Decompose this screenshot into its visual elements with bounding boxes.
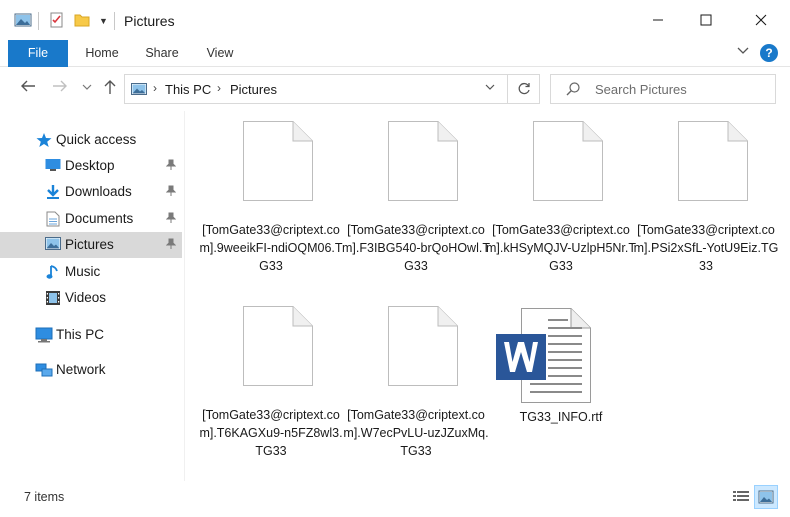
new-folder-icon[interactable] xyxy=(74,12,90,31)
pin-icon[interactable] xyxy=(165,238,177,253)
maximize-button[interactable] xyxy=(680,0,732,40)
pictures-location-icon xyxy=(131,83,147,99)
sidebar-item-pictures[interactable]: Pictures xyxy=(0,232,182,258)
breadcrumb-this-pc[interactable]: This PC xyxy=(165,82,211,97)
customize-toolbar-dropdown-icon[interactable]: ▼ xyxy=(99,16,108,26)
pictures-icon xyxy=(45,237,61,254)
navigation-pane: Quick access Desktop Downloads Documents xyxy=(0,111,185,481)
tab-view[interactable]: View xyxy=(196,40,244,67)
blank-file-icon xyxy=(243,121,313,201)
large-icons-view-icon[interactable] xyxy=(754,485,778,509)
sidebar-item-network[interactable]: Network xyxy=(0,357,182,383)
desktop-icon xyxy=(45,158,61,175)
refresh-button[interactable] xyxy=(508,74,540,104)
pin-icon[interactable] xyxy=(165,212,177,227)
window-title: Pictures xyxy=(124,13,175,29)
navigation-bar: › This PC › Pictures Search Pictures xyxy=(0,67,790,111)
blank-file-icon xyxy=(678,121,748,201)
sidebar-item-label: Desktop xyxy=(65,158,115,173)
window-pictures-icon xyxy=(14,12,32,31)
file-name: [TomGate33@criptext.com].T6KAGXu9-n5FZ8w… xyxy=(199,408,343,458)
file-item[interactable]: [TomGate33@criptext.com].T6KAGXu9-n5FZ8w… xyxy=(199,296,343,476)
tab-file[interactable]: File xyxy=(8,40,68,67)
file-item[interactable]: [TomGate33@criptext.com].9weeikFI-ndiOQM… xyxy=(199,111,343,301)
videos-icon xyxy=(45,290,61,309)
sidebar-item-label: Pictures xyxy=(65,237,114,252)
search-placeholder: Search Pictures xyxy=(595,82,687,97)
star-icon xyxy=(36,132,52,151)
file-name: TG33_INFO.rtf xyxy=(519,410,603,424)
pin-icon[interactable] xyxy=(165,159,177,174)
blank-file-icon xyxy=(388,306,458,386)
file-name: [TomGate33@criptext.com].9weeikFI-ndiOQM… xyxy=(199,223,343,273)
forward-arrow-icon[interactable] xyxy=(52,79,68,98)
sidebar-item-label: Music xyxy=(65,264,101,279)
tab-share[interactable]: Share xyxy=(136,40,188,67)
file-item[interactable]: [TomGate33@criptext.com].PSi2xSfL-YotU9E… xyxy=(634,111,778,301)
expand-ribbon-chevron-icon[interactable] xyxy=(736,44,750,59)
sidebar-item-downloads[interactable]: Downloads xyxy=(0,179,182,205)
title-bar: ▼ Pictures xyxy=(0,0,790,40)
minimize-button[interactable] xyxy=(632,0,684,40)
address-history-dropdown-icon[interactable] xyxy=(485,83,495,94)
file-item[interactable]: [TomGate33@criptext.com].kHSyMQJV-UzlpH5… xyxy=(486,111,636,301)
tab-home[interactable]: Home xyxy=(76,40,128,67)
sidebar-item-label: Documents xyxy=(65,211,134,226)
address-bar[interactable]: › This PC › Pictures xyxy=(124,74,508,104)
back-arrow-icon[interactable] xyxy=(20,79,36,98)
file-item[interactable]: [TomGate33@criptext.com].F3IBG540-brQoHO… xyxy=(342,111,490,301)
blank-file-icon xyxy=(243,306,313,386)
sidebar-item-quick-access[interactable]: Quick access xyxy=(0,127,182,153)
search-icon xyxy=(565,81,581,100)
titlebar-separator xyxy=(114,12,115,30)
sidebar-item-label: Network xyxy=(56,362,106,377)
blank-file-icon xyxy=(388,121,458,201)
details-view-icon[interactable] xyxy=(732,489,750,505)
documents-icon xyxy=(46,211,60,230)
recent-locations-chevron-icon[interactable] xyxy=(82,83,92,93)
music-icon xyxy=(46,264,60,283)
sidebar-item-videos[interactable]: Videos xyxy=(0,285,182,311)
up-arrow-icon[interactable] xyxy=(103,79,117,100)
breadcrumb-pictures[interactable]: Pictures xyxy=(230,82,277,97)
sidebar-item-this-pc[interactable]: This PC xyxy=(0,322,182,348)
breadcrumb-chevron-icon[interactable]: › xyxy=(153,81,157,95)
file-name: [TomGate33@criptext.com].kHSyMQJV-UzlpH5… xyxy=(486,223,637,273)
file-list: [TomGate33@criptext.com].9weeikFI-ndiOQM… xyxy=(186,111,790,481)
sidebar-item-label: Videos xyxy=(65,290,107,305)
sidebar-item-desktop[interactable]: Desktop xyxy=(0,153,182,179)
breadcrumb-chevron-icon[interactable]: › xyxy=(217,81,221,95)
help-icon[interactable]: ? xyxy=(760,44,778,62)
close-button[interactable] xyxy=(735,0,787,40)
file-item[interactable]: TG33_INFO.rtf xyxy=(496,296,626,476)
network-icon xyxy=(35,362,53,381)
sidebar-item-documents[interactable]: Documents xyxy=(0,206,182,232)
file-item[interactable]: [TomGate33@criptext.com].W7ecPvLU-uzJZux… xyxy=(343,296,489,476)
sidebar-item-music[interactable]: Music xyxy=(0,259,182,285)
titlebar-separator xyxy=(38,12,39,30)
item-count: 7 items xyxy=(24,490,65,504)
file-name: [TomGate33@criptext.com].W7ecPvLU-uzJZux… xyxy=(343,408,489,458)
file-name: [TomGate33@criptext.com].PSi2xSfL-YotU9E… xyxy=(633,223,779,273)
status-bar: 7 items xyxy=(0,481,790,517)
sidebar-item-label: This PC xyxy=(56,327,105,342)
ribbon-tabs: File Home Share View ? xyxy=(0,40,790,67)
downloads-icon xyxy=(45,184,61,203)
sidebar-item-label: Downloads xyxy=(65,184,132,199)
pin-icon[interactable] xyxy=(165,185,177,200)
file-name: [TomGate33@criptext.com].F3IBG540-brQoHO… xyxy=(342,223,490,273)
word-document-icon xyxy=(496,308,591,403)
search-input[interactable]: Search Pictures xyxy=(550,74,776,104)
blank-file-icon xyxy=(533,121,603,201)
sidebar-item-label: Quick access xyxy=(56,132,137,147)
properties-icon[interactable] xyxy=(49,12,65,31)
computer-icon xyxy=(35,327,53,346)
